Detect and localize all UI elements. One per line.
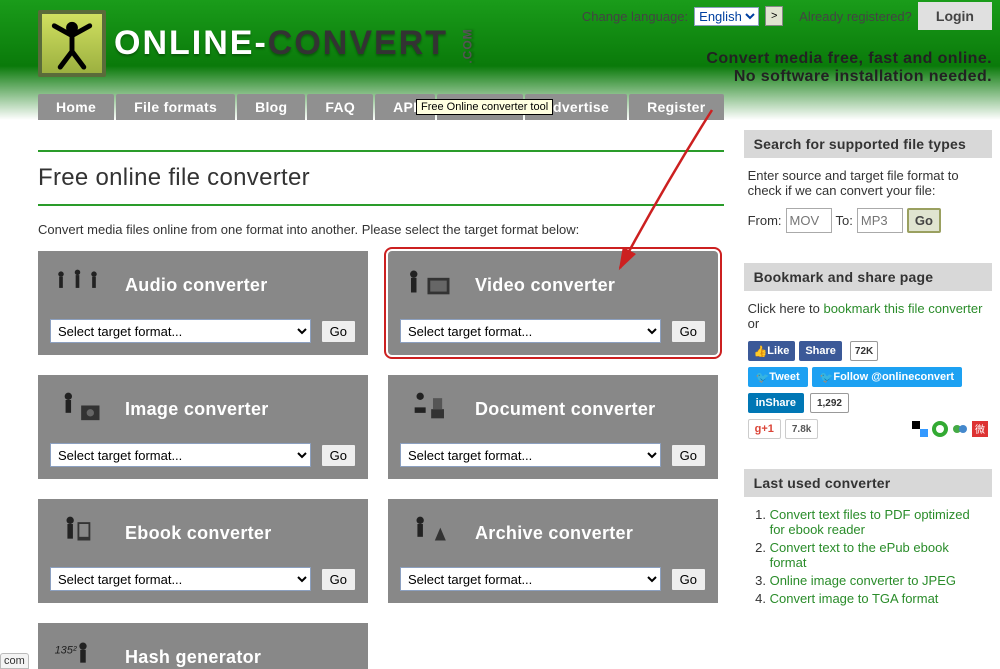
- last-used-link[interactable]: Online image converter to JPEG: [770, 573, 956, 588]
- go-button[interactable]: Go: [321, 320, 356, 343]
- bookmark-text-post: or: [748, 316, 760, 331]
- bookmark-text-pre: Click here to: [748, 301, 824, 316]
- divider: [38, 150, 724, 152]
- nav-blog[interactable]: Blog: [237, 94, 305, 120]
- from-input[interactable]: [786, 208, 832, 233]
- facebook-share-button[interactable]: Share: [799, 341, 842, 361]
- language-go-button[interactable]: >: [765, 6, 783, 26]
- converter-box-document-converter: Document converter Select target format..…: [388, 375, 718, 479]
- main-content: Free online file converter Convert media…: [38, 130, 724, 669]
- twitter-follow-button[interactable]: 🐦 Follow @onlineconvert: [812, 367, 962, 387]
- go-button[interactable]: Go: [671, 320, 706, 343]
- to-label: To:: [836, 213, 853, 228]
- googleplus-count: 7.8k: [785, 419, 818, 439]
- nav-home[interactable]: Home: [38, 94, 114, 120]
- converter-icon: [50, 513, 105, 553]
- converter-box-audio-converter: Audio converter Select target format... Go: [38, 251, 368, 355]
- logo-icon: [38, 10, 106, 77]
- go-button[interactable]: Go: [671, 568, 706, 591]
- top-right: Change language: English > Already regis…: [582, 2, 992, 86]
- status-bar: com: [0, 653, 29, 669]
- facebook-count: 72K: [850, 341, 878, 361]
- converter-box-ebook-converter: Ebook converter Select target format... Go: [38, 499, 368, 603]
- svg-text:微: 微: [975, 423, 985, 436]
- converter-icon: [400, 265, 455, 305]
- target-format-select[interactable]: Select target format...: [50, 443, 311, 467]
- bookmark-section: Bookmark and share page Click here to bo…: [744, 263, 992, 449]
- go-button[interactable]: Go: [321, 444, 356, 467]
- weibo-icon[interactable]: 微: [972, 421, 988, 437]
- logo-text: ONLINE-CONVERT.COM: [114, 24, 485, 63]
- stumbleupon-icon[interactable]: [932, 421, 948, 437]
- intro-text: Convert media files online from one form…: [38, 222, 724, 237]
- converter-box-hash-generator: 135² Hash generator: [38, 623, 368, 669]
- logo[interactable]: ONLINE-CONVERT.COM: [38, 10, 485, 77]
- search-go-button[interactable]: Go: [907, 208, 941, 233]
- change-language-label: Change language:: [582, 9, 688, 24]
- target-format-select[interactable]: Select target format...: [400, 443, 661, 467]
- converter-icon: [50, 389, 105, 429]
- last-used-link[interactable]: Convert image to TGA format: [770, 591, 939, 606]
- sidebar: Search for supported file types Enter so…: [744, 130, 992, 669]
- converter-box-video-converter: Video converter Select target format... Go: [388, 251, 718, 355]
- facebook-like-button[interactable]: 👍 Like: [748, 341, 796, 361]
- delicious-icon[interactable]: [912, 421, 928, 437]
- converter-title: Hash generator: [125, 647, 261, 668]
- msn-icon[interactable]: [952, 421, 968, 437]
- language-select[interactable]: English: [694, 7, 759, 26]
- search-section: Search for supported file types Enter so…: [744, 130, 992, 243]
- converter-icon: [400, 513, 455, 553]
- go-button[interactable]: Go: [321, 568, 356, 591]
- converter-icon: 135²: [50, 637, 105, 669]
- nav-faq[interactable]: FAQ: [307, 94, 373, 120]
- page-title: Free online file converter: [38, 164, 724, 192]
- twitter-tweet-button[interactable]: 🐦 Tweet: [748, 367, 808, 387]
- bookmark-heading: Bookmark and share page: [744, 263, 992, 291]
- login-button[interactable]: Login: [918, 2, 992, 30]
- tagline-1: Convert media free, fast and online.: [582, 50, 992, 68]
- last-used-section: Last used converter Convert text files t…: [744, 469, 992, 619]
- last-used-link[interactable]: Convert text to the ePub ebook format: [770, 540, 949, 570]
- tagline-2: No software installation needed.: [582, 68, 992, 86]
- last-used-heading: Last used converter: [744, 469, 992, 497]
- linkedin-count: 1,292: [810, 393, 849, 413]
- from-label: From:: [748, 213, 782, 228]
- tooltip: Free Online converter tool: [416, 99, 553, 115]
- converter-icon: [50, 265, 105, 305]
- converter-title: Audio converter: [125, 275, 268, 296]
- target-format-select[interactable]: Select target format...: [400, 319, 661, 343]
- converter-title: Document converter: [475, 399, 655, 420]
- converter-title: Ebook converter: [125, 523, 272, 544]
- svg-text:135²: 135²: [55, 644, 77, 656]
- target-format-select[interactable]: Select target format...: [400, 567, 661, 591]
- already-registered-label: Already registered?: [799, 9, 912, 24]
- nav-file-formats[interactable]: File formats: [116, 94, 235, 120]
- converter-title: Archive converter: [475, 523, 633, 544]
- search-text: Enter source and target file format to c…: [748, 168, 988, 198]
- target-format-select[interactable]: Select target format...: [50, 319, 311, 343]
- converter-box-archive-converter: Archive converter Select target format...…: [388, 499, 718, 603]
- last-used-link[interactable]: Convert text files to PDF optimized for …: [770, 507, 970, 537]
- divider: [38, 204, 724, 206]
- go-button[interactable]: Go: [671, 444, 706, 467]
- search-heading: Search for supported file types: [744, 130, 992, 158]
- nav-register[interactable]: Register: [629, 94, 723, 120]
- converter-title: Image converter: [125, 399, 269, 420]
- converter-icon: [400, 389, 455, 429]
- main-nav: Home File formats Blog FAQ API Donate Ad…: [38, 94, 724, 120]
- googleplus-button[interactable]: g +1: [748, 419, 781, 439]
- converter-title: Video converter: [475, 275, 615, 296]
- target-format-select[interactable]: Select target format...: [50, 567, 311, 591]
- to-input[interactable]: [857, 208, 903, 233]
- converter-box-image-converter: Image converter Select target format... Go: [38, 375, 368, 479]
- linkedin-share-button[interactable]: in Share: [748, 393, 804, 413]
- bookmark-link[interactable]: bookmark this file converter: [823, 301, 982, 316]
